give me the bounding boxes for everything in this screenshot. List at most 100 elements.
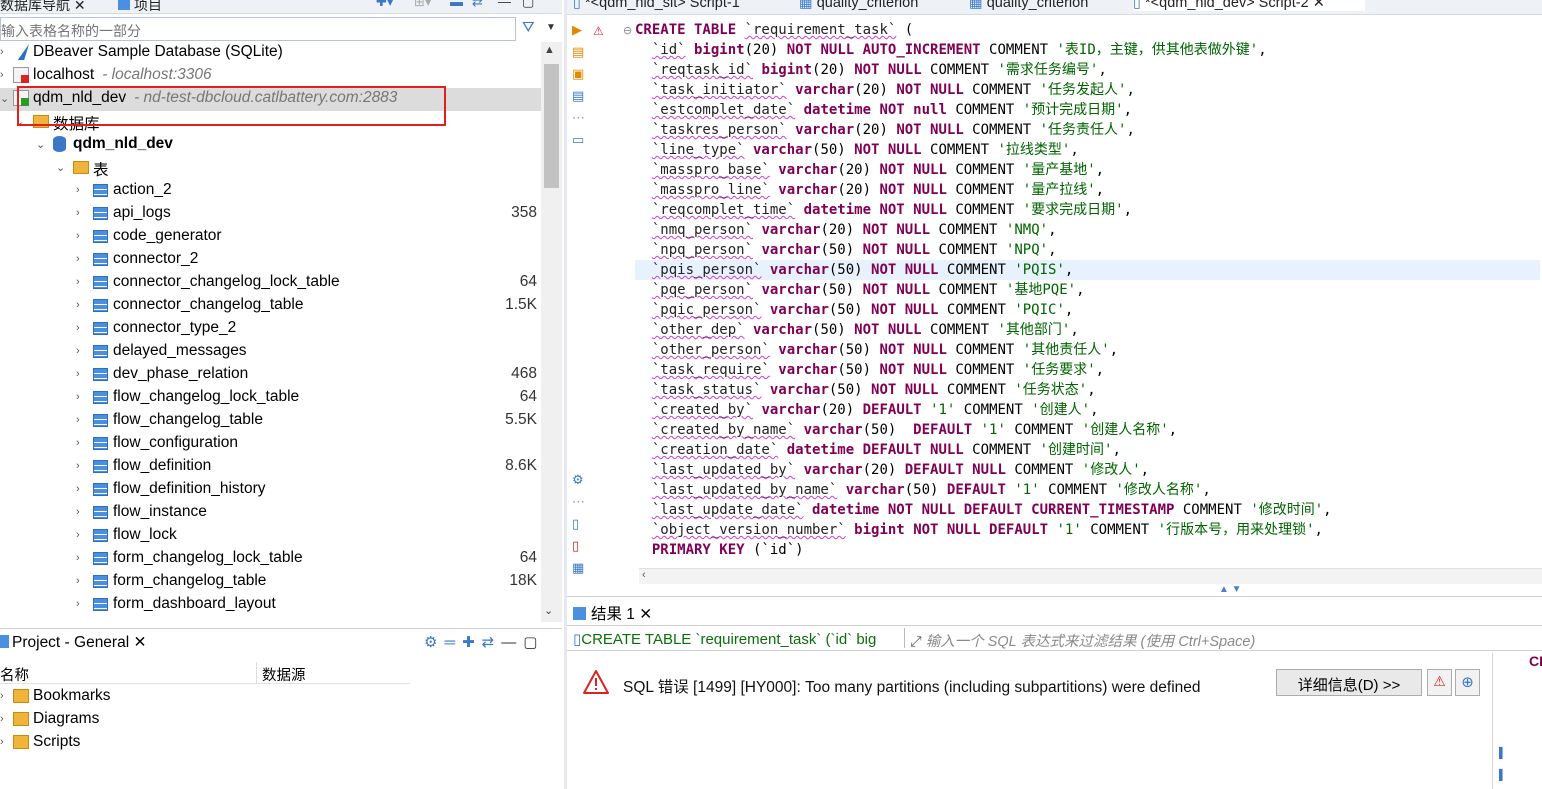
link-icon[interactable]: ⇄	[482, 634, 502, 651]
new-folder-icon[interactable]: ⊞▾	[414, 0, 431, 10]
code-line[interactable]: `pqe_person` varchar(50) NOT NULL COMMEN…	[635, 280, 1085, 300]
code-line[interactable]: `reqtask_id` bigint(20) NOT NULL COMMENT…	[635, 60, 1107, 80]
tree-table-form-changelog-lock-table[interactable]: › form_changelog_lock_table 64	[0, 548, 541, 571]
tree-database-qdm-nld-dev[interactable]: ⌄ qdm_nld_dev	[0, 134, 541, 157]
tree-table-flow-instance[interactable]: › flow_instance	[0, 502, 541, 525]
chevron-right-icon[interactable]: ›	[76, 391, 80, 403]
error-log-icon[interactable]: ▯	[572, 538, 579, 554]
filter-icon[interactable]: ⛛	[522, 19, 535, 36]
tree-table-form-dashboard-layout[interactable]: › form_dashboard_layout	[0, 594, 541, 617]
close-icon[interactable]: ✕	[1313, 0, 1325, 11]
tree-connection-localhost[interactable]: › localhost - localhost:3306	[0, 65, 541, 88]
chevron-right-icon[interactable]: ›	[76, 437, 80, 449]
chevron-right-icon[interactable]: ›	[0, 736, 4, 748]
tab-results-1[interactable]: 结果 1 ✕	[573, 602, 652, 624]
chevron-right-icon[interactable]: ›	[76, 506, 80, 518]
execute-icon[interactable]: ▶	[572, 22, 582, 38]
chevron-right-icon[interactable]: ›	[76, 368, 80, 380]
chevron-right-icon[interactable]: ›	[76, 345, 80, 357]
more-icon[interactable]: ⋯	[572, 110, 585, 126]
tab-quality-criterion-2[interactable]: ▦ quality_criterion	[969, 0, 1088, 11]
chevron-down-icon[interactable]: ▼	[546, 22, 556, 33]
tree-table-dev-phase-relation[interactable]: › dev_phase_relation 468	[0, 364, 541, 387]
new-connection-icon[interactable]: ✚▾	[376, 0, 393, 10]
code-line[interactable]: `last_updated_by` varchar(20) DEFAULT NU…	[635, 460, 1149, 480]
export-icon[interactable]: ▯	[572, 516, 579, 532]
code-line[interactable]: `nmq_person` varchar(20) NOT NULL COMMEN…	[635, 220, 1057, 240]
minimize-view-icon[interactable]: —	[498, 0, 511, 9]
explain-plan-icon[interactable]: ▤	[572, 88, 584, 104]
code-line[interactable]: `taskres_person` varchar(20) NOT NULL CO…	[635, 120, 1135, 140]
tree-table-flow-definition[interactable]: › flow_definition 8.6K	[0, 456, 541, 479]
code-line[interactable]: `task_require` varchar(50) NOT NULL COMM…	[635, 360, 1104, 380]
tree-table-connector-type-2[interactable]: › connector_type_2	[0, 318, 541, 341]
execute-script-icon[interactable]: ▣	[572, 66, 584, 82]
tree-table-flow-configuration[interactable]: › flow_configuration	[0, 433, 541, 456]
gear-icon[interactable]: ⚙	[424, 634, 444, 651]
chevron-right-icon[interactable]: ›	[76, 529, 80, 541]
tree-table-api-logs[interactable]: › api_logs 358	[0, 203, 541, 226]
maximize-view-icon[interactable]: ▢	[523, 634, 544, 651]
tab-script-2[interactable]: ▯ *<qdm_nld_dev> Script-2 ✕	[1133, 0, 1365, 11]
close-icon[interactable]: ✕	[133, 634, 146, 651]
navigator-scrollbar-thumb[interactable]	[544, 64, 559, 188]
code-line[interactable]: PRIMARY KEY (`id`)	[635, 540, 804, 560]
table-filter-input[interactable]	[0, 17, 516, 41]
chevron-right-icon[interactable]: ›	[76, 460, 80, 472]
code-line[interactable]: `masspro_line` varchar(20) NOT NULL COMM…	[635, 180, 1104, 200]
chevron-right-icon[interactable]: ›	[76, 230, 80, 242]
execute-statement-icon[interactable]: ▤	[572, 44, 584, 60]
chevron-right-icon[interactable]: ›	[76, 322, 80, 334]
chevron-down-icon[interactable]: ⌄	[36, 138, 45, 151]
chevron-right-icon[interactable]: ›	[0, 69, 4, 81]
code-line[interactable]: `task_status` varchar(50) NOT NULL COMME…	[635, 380, 1096, 400]
chevron-down-icon[interactable]: ⌄	[56, 161, 65, 174]
tree-table-flow-changelog-table[interactable]: › flow_changelog_table 5.5K	[0, 410, 541, 433]
scroll-up-icon[interactable]: ▲	[544, 44, 555, 56]
tree-table-connector-2[interactable]: › connector_2	[0, 249, 541, 272]
fold-icon[interactable]: ⊖	[623, 24, 632, 37]
terminal-icon[interactable]: ▭	[572, 132, 584, 148]
minimize-icon[interactable]: ▬	[450, 0, 463, 9]
code-line[interactable]: `created_by` varchar(20) DEFAULT '1' COM…	[635, 400, 1099, 420]
chevron-down-icon[interactable]: ⌄	[0, 92, 9, 105]
scroll-down-icon[interactable]: ⌄	[544, 604, 553, 617]
info-icon[interactable]: ⊕	[1455, 669, 1480, 696]
tree-table-connector-changelog-lock-table[interactable]: › connector_changelog_lock_table 64	[0, 272, 541, 295]
tree-connection-sqlite[interactable]: › DBeaver Sample Database (SQLite)	[0, 42, 541, 65]
tab-project-general[interactable]: Project - General ✕	[0, 633, 146, 652]
editor-horizontal-scrollbar[interactable]: ‹	[639, 568, 1542, 584]
chevron-right-icon[interactable]: ›	[76, 483, 80, 495]
tab-quality-criterion-1[interactable]: ▦ quality_criterion	[799, 0, 918, 11]
chevron-right-icon[interactable]: ›	[76, 598, 80, 610]
column-divider[interactable]	[256, 662, 257, 684]
scroll-left-icon[interactable]: ‹	[642, 569, 646, 581]
minimize-view-icon[interactable]: —	[501, 634, 523, 651]
tree-table-flow-lock[interactable]: › flow_lock	[0, 525, 541, 548]
link-editor-icon[interactable]: ⇄	[472, 0, 483, 10]
tree-table-delayed-messages[interactable]: › delayed_messages	[0, 341, 541, 364]
tab-project[interactable]: 项目	[118, 0, 162, 13]
tab-script-1[interactable]: ▯ *<qdm_nld_sit> Script-1	[573, 0, 740, 11]
panel-split-icon[interactable]: ▲ ▼	[1219, 584, 1242, 595]
chevron-right-icon[interactable]: ›	[0, 690, 4, 702]
tree-table-form-changelog-table[interactable]: › form_changelog_table 18K	[0, 571, 541, 594]
chevron-right-icon[interactable]: ›	[76, 552, 80, 564]
chevron-right-icon[interactable]: ›	[76, 575, 80, 587]
chevron-right-icon[interactable]: ›	[76, 276, 80, 288]
expand-icon[interactable]: ✚	[462, 634, 482, 651]
maximize-view-icon[interactable]: ▢	[522, 0, 534, 10]
sql-code-area[interactable]: CREATE TABLE `requirement_task` ( `id` b…	[635, 20, 1540, 568]
expand-icon[interactable]: ⤢	[910, 634, 926, 650]
warning-icon[interactable]: ⚠	[1427, 669, 1452, 696]
chevron-right-icon[interactable]: ›	[76, 253, 80, 265]
chevron-right-icon[interactable]: ›	[0, 46, 4, 58]
column-name[interactable]: 名称	[0, 664, 29, 685]
details-button[interactable]: 详细信息(D) >>	[1276, 669, 1422, 696]
code-line[interactable]: `last_updated_by_name` varchar(50) DEFAU…	[635, 480, 1211, 500]
code-line[interactable]: `creation_date` datetime DEFAULT NULL CO…	[635, 440, 1121, 460]
code-line[interactable]: `created_by_name` varchar(50) DEFAULT '1…	[635, 420, 1177, 440]
code-line[interactable]: `reqcomplet_time` datetime NOT NULL COMM…	[635, 200, 1132, 220]
chevron-right-icon[interactable]: ›	[76, 207, 80, 219]
tree-folder-tables[interactable]: ⌄ 表	[0, 157, 541, 180]
